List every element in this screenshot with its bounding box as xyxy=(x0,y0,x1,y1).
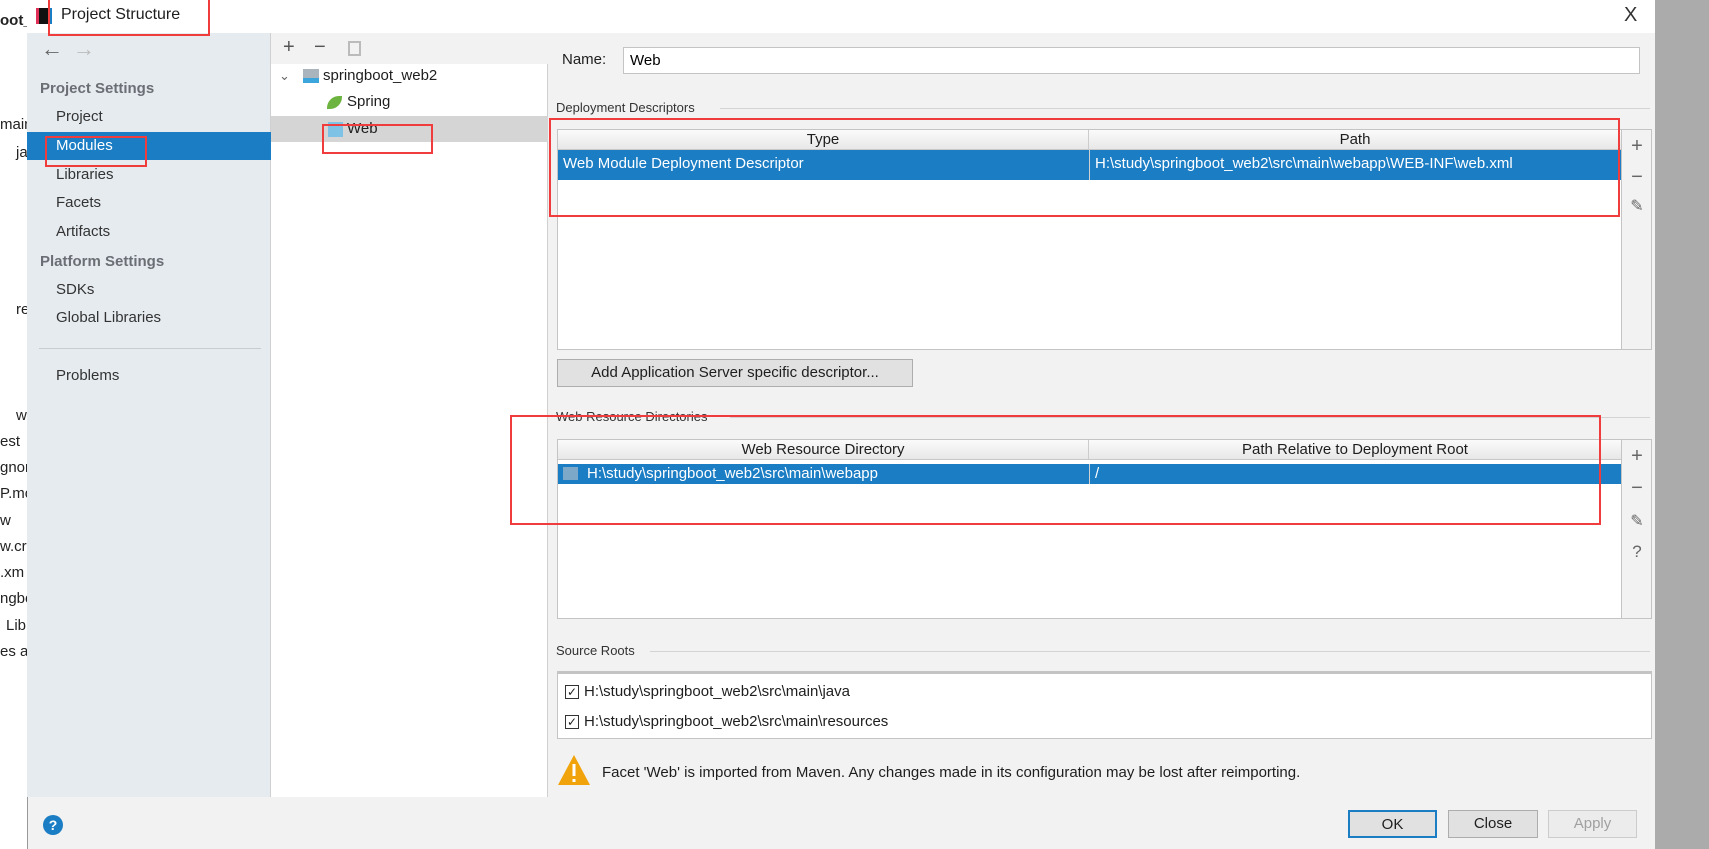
bg-text: Lib xyxy=(6,617,27,634)
checkbox-checked[interactable]: ✓ xyxy=(565,715,579,729)
help-icon[interactable]: ? xyxy=(1622,542,1652,562)
divider xyxy=(650,651,1650,652)
sidebar-item-project[interactable]: Project xyxy=(27,103,271,131)
edit-pencil-icon[interactable]: ✎ xyxy=(1622,196,1652,216)
sidebar-item-artifacts[interactable]: Artifacts xyxy=(27,218,271,246)
add-icon[interactable]: + xyxy=(1622,445,1652,468)
sidebar-item-facets[interactable]: Facets xyxy=(27,189,271,217)
remove-icon[interactable]: − xyxy=(1622,477,1652,500)
project-settings-header: Project Settings xyxy=(40,80,155,97)
apply-button[interactable]: Apply xyxy=(1548,810,1637,838)
tree-item-label: springboot_web2 xyxy=(323,67,438,84)
add-icon[interactable]: + xyxy=(1622,135,1652,158)
divider xyxy=(39,348,261,349)
bg-text: gnor xyxy=(0,459,31,476)
checkbox-checked[interactable]: ✓ xyxy=(565,685,579,699)
bg-text: w xyxy=(0,512,11,529)
edit-pencil-icon[interactable]: ✎ xyxy=(1622,511,1652,531)
bg-text: w xyxy=(16,407,27,424)
bg-text: est xyxy=(0,433,21,450)
bg-text: .xm xyxy=(0,564,25,581)
add-server-descriptor-button[interactable]: Add Application Server specific descript… xyxy=(557,359,913,387)
tree-item-spring[interactable]: Spring xyxy=(271,89,548,115)
spring-leaf-icon xyxy=(327,96,342,109)
descriptor-actions: + − ✎ xyxy=(1622,129,1652,350)
tree-item-module[interactable]: ⌄ springboot_web2 xyxy=(271,63,548,89)
sidebar-item-sdks[interactable]: SDKs xyxy=(27,276,271,304)
name-label: Name: xyxy=(562,51,607,68)
add-icon[interactable]: + xyxy=(283,36,295,59)
source-root-path: H:\study\springboot_web2\src\main\java xyxy=(584,683,850,700)
remove-icon[interactable]: − xyxy=(314,36,326,59)
sidebar-item-problems[interactable]: Problems xyxy=(27,362,271,390)
back-arrow-icon[interactable]: ← xyxy=(41,36,63,62)
tree-item-label: Spring xyxy=(347,93,391,110)
sidebar-item-global-libraries[interactable]: Global Libraries xyxy=(27,304,271,332)
divider xyxy=(720,108,1650,109)
close-window-button[interactable]: X xyxy=(1624,4,1637,27)
annotation-box xyxy=(549,118,1620,217)
forward-arrow-icon[interactable]: → xyxy=(73,36,95,62)
web-resource-actions: + − ✎ ? xyxy=(1622,439,1652,619)
deployment-descriptors-title: Deployment Descriptors xyxy=(556,100,695,115)
ok-button[interactable]: OK xyxy=(1348,810,1437,838)
name-input[interactable] xyxy=(623,47,1640,74)
annotation-box xyxy=(48,0,210,36)
close-button[interactable]: Close xyxy=(1448,810,1538,838)
tree-toolbar: + − xyxy=(271,33,548,64)
annotation-box xyxy=(322,124,433,154)
warning-icon xyxy=(558,755,590,785)
module-folder-icon xyxy=(303,69,319,83)
remove-icon[interactable]: − xyxy=(1622,166,1652,189)
annotation-box xyxy=(510,415,1601,525)
source-root-path: H:\study\springboot_web2\src\main\resour… xyxy=(584,713,889,730)
bg-text: ja xyxy=(16,144,28,161)
desktop-background xyxy=(1655,0,1709,849)
platform-settings-header: Platform Settings xyxy=(40,253,165,270)
chevron-down-icon[interactable]: ⌄ xyxy=(279,63,290,89)
title-bar: Project Structure X xyxy=(27,0,1655,33)
maven-warning-text: Facet 'Web' is imported from Maven. Any … xyxy=(602,764,1301,781)
help-button[interactable]: ? xyxy=(43,815,63,835)
annotation-box xyxy=(45,136,147,167)
source-roots-list: ✓ H:\study\springboot_web2\src\main\java… xyxy=(557,671,1652,739)
copy-icon[interactable] xyxy=(348,41,361,56)
bg-text: w.cr xyxy=(0,538,27,555)
source-roots-title: Source Roots xyxy=(556,643,635,658)
